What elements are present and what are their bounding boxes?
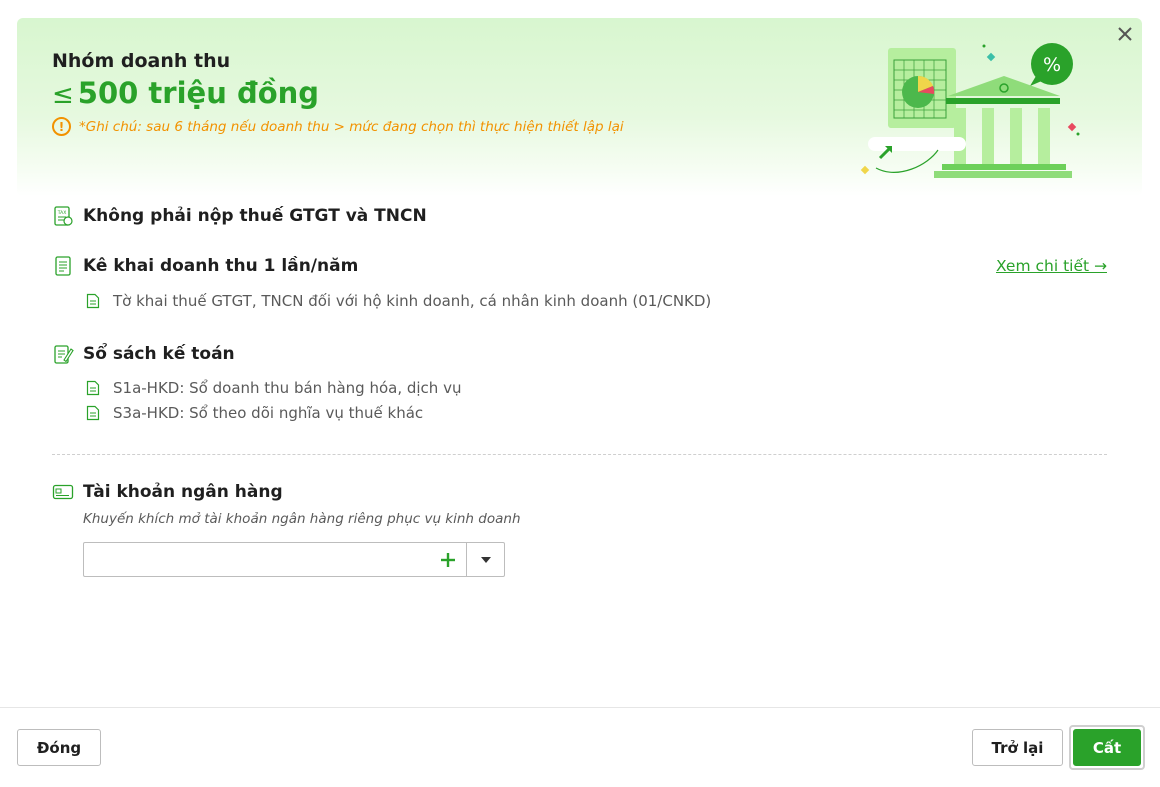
section-books: Sổ sách kế toán xyxy=(52,343,235,365)
view-detail-link[interactable]: Xem chi tiết → xyxy=(996,257,1107,275)
bank-account-input[interactable] xyxy=(84,543,430,576)
building-column xyxy=(954,108,966,164)
building-column xyxy=(1010,108,1022,164)
file-icon xyxy=(86,405,100,421)
section-tax-title: Không phải nộp thuế GTGT và TNCN xyxy=(83,206,427,226)
close-icon[interactable] xyxy=(1113,22,1137,46)
revenue-threshold: ≤ 500 triệu đồng xyxy=(52,76,319,110)
banner-note-text: *Ghi chú: sau 6 tháng nếu doanh thu > mứ… xyxy=(79,118,624,135)
warning-icon: ! xyxy=(52,117,71,136)
add-bank-account-button[interactable] xyxy=(430,543,466,576)
section-books-title: Sổ sách kế toán xyxy=(83,344,235,364)
building-base xyxy=(934,171,1072,178)
banner-title: Nhóm doanh thu xyxy=(52,50,231,72)
banner-note: ! *Ghi chú: sau 6 tháng nếu doanh thu > … xyxy=(52,117,624,136)
book-s1a-label: S1a-HKD: Sổ doanh thu bán hàng hóa, dịch… xyxy=(113,379,462,397)
building-column xyxy=(1038,108,1050,164)
svg-text:TAX: TAX xyxy=(57,210,67,216)
illustration-bar xyxy=(868,137,966,151)
percent-icon: % xyxy=(1043,54,1061,76)
caret-down-icon xyxy=(480,556,491,563)
list-item: S3a-HKD: Sổ theo dõi nghĩa vụ thuế khác xyxy=(86,404,423,422)
bank-hint: Khuyến khích mở tài khoản ngân hàng riên… xyxy=(83,511,521,527)
section-bank: Tài khoản ngân hàng xyxy=(52,481,283,503)
declaration-list-icon xyxy=(52,255,74,277)
sparkle xyxy=(1067,122,1077,132)
close-button[interactable]: Đóng xyxy=(17,729,101,766)
section-declare-title: Kê khai doanh thu 1 lần/năm xyxy=(83,256,359,276)
bank-card-icon xyxy=(52,481,74,503)
ledger-pen-icon xyxy=(52,343,74,365)
less-equal-symbol: ≤ xyxy=(52,80,74,110)
tax-document-icon: TAX xyxy=(52,205,74,227)
file-icon xyxy=(86,380,100,396)
building-step xyxy=(942,164,1066,170)
bank-account-combobox xyxy=(83,542,505,577)
book-s3a-label: S3a-HKD: Sổ theo dõi nghĩa vụ thuế khác xyxy=(113,404,424,422)
close-x-glyph xyxy=(1118,27,1132,41)
declare-form-label: Tờ khai thuế GTGT, TNCN đối với hộ kinh … xyxy=(113,292,712,310)
section-declare: Kê khai doanh thu 1 lần/năm xyxy=(52,255,358,277)
section-bank-title: Tài khoản ngân hàng xyxy=(83,482,283,502)
revenue-amount: 500 triệu đồng xyxy=(77,76,320,110)
list-item: Tờ khai thuế GTGT, TNCN đối với hộ kinh … xyxy=(86,292,711,310)
list-item: S1a-HKD: Sổ doanh thu bán hàng hóa, dịch… xyxy=(86,379,461,397)
building-beam xyxy=(946,98,1060,104)
building-column xyxy=(982,108,994,164)
sparkle xyxy=(986,52,996,62)
file-icon xyxy=(86,293,100,309)
save-button[interactable]: Cất xyxy=(1073,729,1141,766)
plus-icon xyxy=(441,552,455,567)
section-tax: TAX Không phải nộp thuế GTGT và TNCN xyxy=(52,205,427,227)
bank-account-dropdown-button[interactable] xyxy=(466,543,504,576)
revenue-group-dialog: Nhóm doanh thu ≤ 500 triệu đồng ! *Ghi c… xyxy=(0,0,1160,787)
section-divider xyxy=(52,454,1107,455)
back-button[interactable]: Trở lại xyxy=(972,729,1063,766)
sparkle xyxy=(860,165,870,175)
footer-divider xyxy=(0,707,1160,708)
tax-building-illustration: % xyxy=(860,43,1080,178)
